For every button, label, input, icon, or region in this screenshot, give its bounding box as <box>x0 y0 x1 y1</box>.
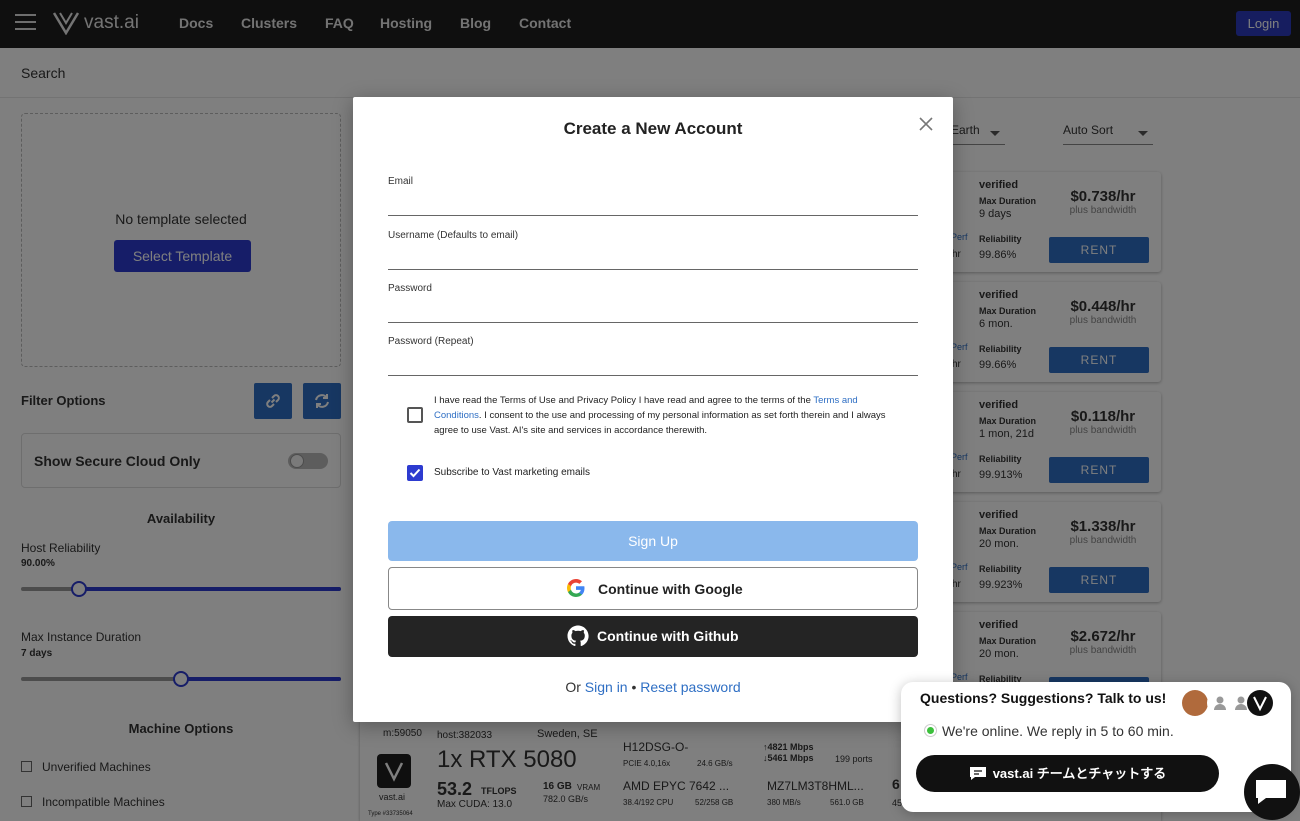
terms-checkbox[interactable] <box>407 407 423 423</box>
close-icon[interactable] <box>917 115 935 133</box>
terms-text-post: . I consent to the use and processing of… <box>434 410 886 436</box>
chat-bubble-icon <box>969 767 986 780</box>
support-avatar <box>1182 690 1208 716</box>
checkmark-icon <box>409 468 421 478</box>
separator-dot: • <box>631 679 637 695</box>
online-status-text: We're online. We reply in 5 to 60 min. <box>942 723 1174 739</box>
support-chat-widget[interactable]: Questions? Suggestions? Talk to us! We'r… <box>901 682 1291 812</box>
github-icon <box>567 625 589 647</box>
password-field[interactable]: Password <box>388 283 918 323</box>
google-icon <box>567 579 585 597</box>
continue-google-button[interactable]: Continue with Google <box>388 567 918 610</box>
chat-icon <box>1256 780 1286 804</box>
username-label: Username (Defaults to email) <box>388 230 519 241</box>
vast-v-logo-icon <box>1247 690 1273 716</box>
signin-links: Or Sign in • Reset password <box>353 679 953 695</box>
subscribe-label: Subscribe to Vast marketing emails <box>434 467 590 478</box>
dialog-title: Create a New Account <box>563 119 743 138</box>
terms-text: I have read the Terms of Use and Privacy… <box>434 393 904 438</box>
chat-question: Questions? Suggestions? Talk to us! <box>920 690 1167 706</box>
online-status-icon <box>924 724 937 737</box>
terms-text-pre: I have read the Terms of Use and Privacy… <box>434 395 814 406</box>
username-field[interactable]: Username (Defaults to email) <box>388 230 918 270</box>
password-repeat-label: Password (Repeat) <box>388 336 474 347</box>
chat-cta-brand: vast.ai <box>992 766 1034 781</box>
sign-up-button[interactable]: Sign Up <box>388 521 918 561</box>
google-button-label: Continue with Google <box>598 581 743 597</box>
email-field[interactable]: Email <box>388 176 918 216</box>
subscribe-checkbox[interactable] <box>407 465 423 481</box>
password-repeat-field[interactable]: Password (Repeat) <box>388 336 918 376</box>
github-button-label: Continue with Github <box>597 628 739 644</box>
continue-github-button[interactable]: Continue with Github <box>388 616 918 657</box>
or-text: Or <box>565 679 581 695</box>
create-account-dialog: Create a New Account Email Username (Def… <box>353 97 953 722</box>
chat-launcher-button[interactable] <box>1244 764 1300 820</box>
chat-cta-text: チームとチャットする <box>1033 766 1167 781</box>
password-label: Password <box>388 283 432 294</box>
reset-password-link[interactable]: Reset password <box>640 679 740 695</box>
email-label: Email <box>388 176 414 187</box>
sign-in-link[interactable]: Sign in <box>585 679 628 695</box>
start-chat-button[interactable]: vast.ai チームとチャットする <box>916 755 1219 792</box>
